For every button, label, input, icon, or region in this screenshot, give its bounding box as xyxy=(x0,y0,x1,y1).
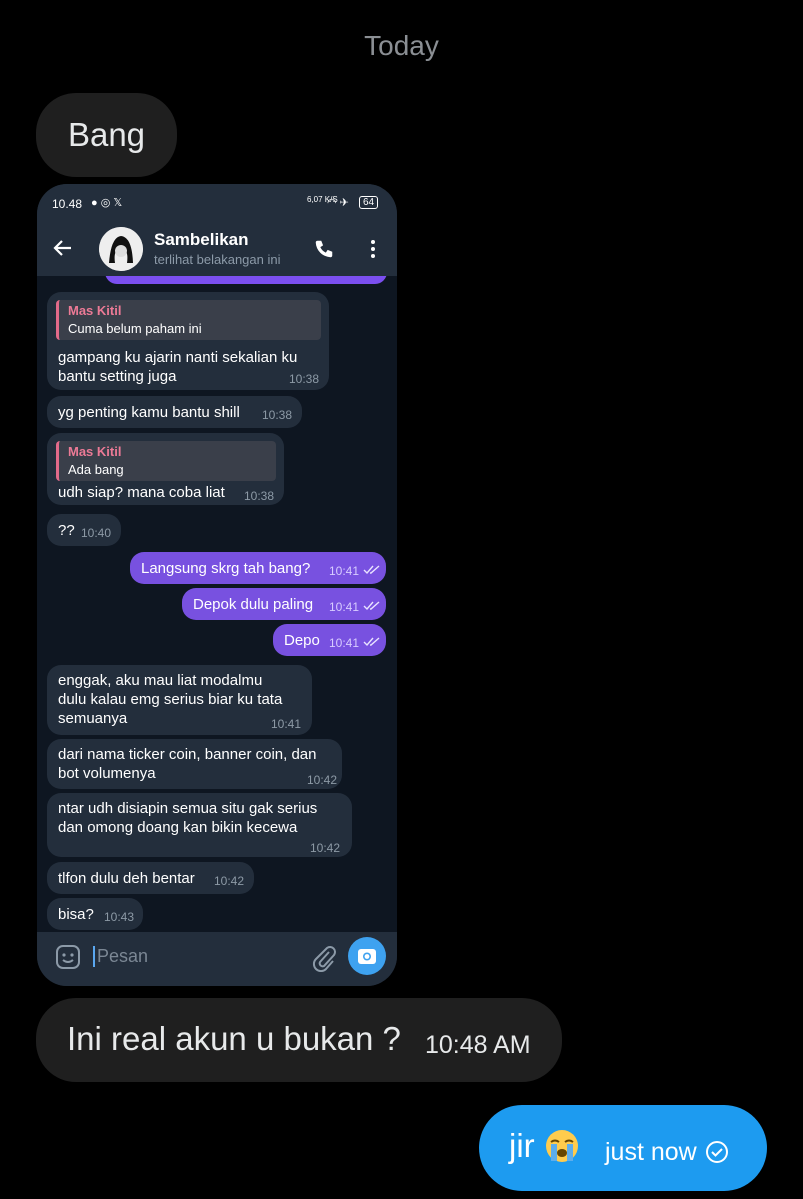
sticker-icon[interactable] xyxy=(55,944,81,970)
status-time: 10.48 xyxy=(52,197,83,211)
message-bubble-outgoing[interactable]: Depok dulu paling 10:41 xyxy=(182,588,386,620)
reply-text: Ada bang xyxy=(68,462,124,477)
status-bar: 10.48 ● ◎ 𝕏 6,07 K/S ◠ ✈ 64 xyxy=(37,184,397,222)
chat-header: Sambelikan terlihat belakangan ini xyxy=(37,222,397,276)
message-bubble-outgoing[interactable]: Langsung skrg tah bang? 10:41 xyxy=(130,552,386,584)
message-bubble[interactable]: yg penting kamu bantu shill 10:38 xyxy=(47,396,302,428)
message-time: 10:41 xyxy=(329,564,381,578)
message-bubble[interactable]: bisa? 10:43 xyxy=(47,898,143,930)
message-bubble-partial xyxy=(105,276,387,284)
message-text: dari nama ticker coin, banner coin, dan b… xyxy=(58,746,317,782)
reply-quote[interactable]: Mas Kitil Cuma belum paham ini xyxy=(56,300,321,340)
message-bubble[interactable]: Mas Kitil Ada bang udh siap? mana coba l… xyxy=(47,433,284,505)
message-text: udh siap? mana coba liat xyxy=(58,484,225,501)
message-text: Ini real akun u bukan ? xyxy=(67,1020,401,1057)
message-bubble[interactable]: Mas Kitil Cuma belum paham ini gampang k… xyxy=(47,292,329,390)
message-time: 10:42 xyxy=(307,773,338,787)
message-bubble[interactable]: ?? 10:40 xyxy=(47,514,121,546)
message-bubble-outgoing[interactable]: Depo 10:41 xyxy=(273,624,386,656)
message-text: tlfon dulu deh bentar xyxy=(58,870,195,887)
message-bubble[interactable]: Ini real akun u bukan ? 10:48 AM xyxy=(36,998,562,1082)
message-time: 10:42 xyxy=(214,874,245,888)
screenshot-image[interactable]: 10.48 ● ◎ 𝕏 6,07 K/S ◠ ✈ 64 Sambelikan t… xyxy=(37,184,397,986)
message-text: yg penting kamu bantu shill xyxy=(58,404,240,421)
message-text: jir xyxy=(509,1127,579,1165)
read-ticks-icon xyxy=(363,565,380,575)
read-ticks-icon xyxy=(363,637,380,647)
attach-icon[interactable] xyxy=(312,944,336,972)
reply-author: Mas Kitil xyxy=(68,303,122,318)
message-time: 10:48 AM xyxy=(425,1031,531,1059)
contact-name: Sambelikan xyxy=(154,230,249,249)
sent-check-icon xyxy=(705,1141,728,1163)
message-text: ?? xyxy=(58,522,75,539)
avatar[interactable] xyxy=(99,227,143,271)
message-bubble[interactable]: dari nama ticker coin, banner coin, dan b… xyxy=(47,739,342,789)
battery-icon: 64 xyxy=(359,196,379,209)
message-time: 10:40 xyxy=(81,526,112,540)
loudly-crying-face-icon xyxy=(545,1130,578,1162)
message-time: 10:38 xyxy=(262,408,293,422)
notification-icons: ● ◎ 𝕏 xyxy=(91,197,123,209)
message-input[interactable]: Pesan xyxy=(93,946,148,967)
camera-icon xyxy=(358,949,376,964)
contact-status: terlihat belakangan ini xyxy=(154,252,281,267)
message-time: 10:41 xyxy=(329,636,381,650)
message-time: 10:38 xyxy=(244,489,275,503)
camera-button[interactable] xyxy=(348,937,386,975)
message-bubble-outgoing[interactable]: jir just now xyxy=(479,1105,767,1191)
message-time: 10:43 xyxy=(104,910,135,924)
message-time: just now xyxy=(605,1138,729,1167)
date-separator: Today xyxy=(364,30,439,61)
reply-author: Mas Kitil xyxy=(68,444,122,459)
chat-area: Mas Kitil Cuma belum paham ini gampang k… xyxy=(37,276,397,932)
message-text: enggak, aku mau liat modalmu dulu kalau e… xyxy=(58,672,283,727)
reply-quote[interactable]: Mas Kitil Ada bang xyxy=(56,441,276,481)
message-text: gampang ku ajarin nanti sekalian ku bantu… xyxy=(58,349,298,385)
wifi-icon: ◠ ✈ xyxy=(327,197,349,209)
message-text: Langsung skrg tah bang? xyxy=(141,560,311,577)
message-text: Depok dulu paling xyxy=(193,596,314,613)
phone-icon[interactable] xyxy=(313,238,335,260)
message-bubble[interactable]: tlfon dulu deh bentar 10:42 xyxy=(47,862,254,894)
message-time: 10:42 xyxy=(310,841,341,855)
message-bubble[interactable]: ntar udh disiapin semua situ gak serius d… xyxy=(47,793,352,857)
message-input-bar: Pesan xyxy=(37,932,397,986)
message-bubble[interactable]: enggak, aku mau liat modalmu dulu kalau e… xyxy=(47,665,312,735)
message-text: Depo xyxy=(284,632,320,649)
message-text: ntar udh disiapin semua situ gak serius d… xyxy=(58,800,318,836)
read-ticks-icon xyxy=(363,601,380,611)
reply-text: Cuma belum paham ini xyxy=(68,321,202,336)
back-arrow-icon[interactable] xyxy=(51,236,75,260)
more-vertical-icon[interactable] xyxy=(363,238,383,260)
message-text: bisa? xyxy=(58,906,94,923)
message-time: 10:38 xyxy=(289,372,320,386)
message-time: 10:41 xyxy=(271,717,302,731)
message-bubble[interactable]: Bang xyxy=(36,93,177,177)
message-time: 10:41 xyxy=(329,600,381,614)
